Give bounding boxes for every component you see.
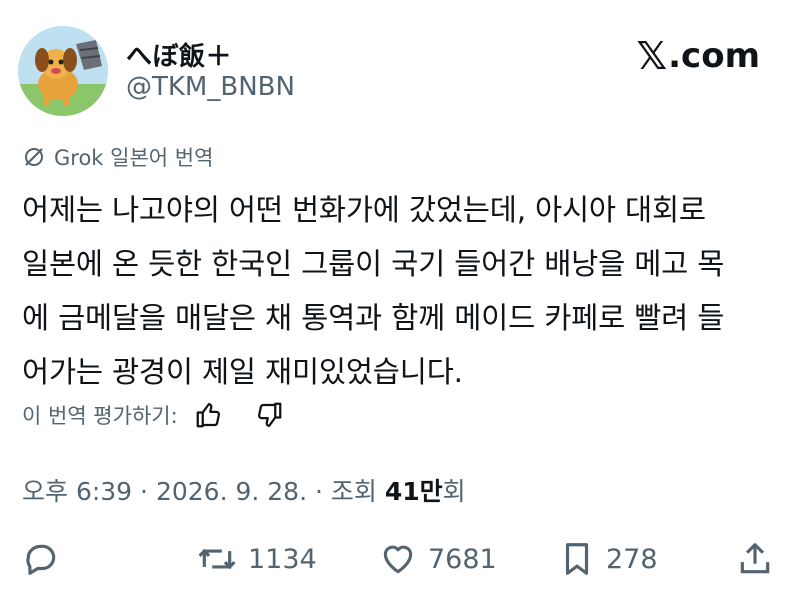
avatar[interactable] [18,26,108,116]
meta-separator: · [140,477,148,506]
bookmark-icon [565,543,589,575]
post-line: 어제는 나고야의 어떤 번화가에 갔었는데, 아시아 대회로 [22,193,706,227]
post-line: 어가는 광경이 제일 재미있었습니다. [22,355,463,389]
rate-label: 이 번역 평가하기: [22,404,178,428]
post-meta: 오후 6:39 · 2026. 9. 28. · 조회 41만회 [22,472,466,508]
post-text: 어제는 나고야의 어떤 번화가에 갔었는데, 아시아 대회로 일본에 온 듯한 … [22,183,782,399]
views-count: 41만 [384,477,443,506]
action-bar: 1134 7681 278 [0,536,800,584]
meta-separator: · [314,477,323,506]
post-date[interactable]: 2026. 9. 28. [156,477,307,506]
thumbs-up-icon[interactable] [194,400,224,430]
reply-button[interactable] [22,540,60,578]
user-handle[interactable]: @TKM_BNBN [126,72,295,102]
thumbs-down-icon[interactable] [254,400,284,430]
x-logo-icon: 𝕏 [636,34,668,78]
repost-button[interactable]: 1134 [196,540,317,578]
like-button[interactable]: 7681 [378,540,497,578]
share-icon [740,543,770,574]
translation-bar[interactable]: Grok 일본어 번역 [22,142,213,172]
dog-avatar-icon [18,26,108,116]
grok-icon [25,148,43,166]
translation-label: Grok 일본어 번역 [54,146,214,170]
bookmark-button[interactable]: 278 [558,540,658,578]
share-button[interactable] [736,540,774,578]
views-suffix: 회 [442,477,466,506]
repost-icon [198,548,236,570]
views-label: 조회 [330,477,377,506]
display-name[interactable]: へぼ飯＋ [126,36,232,73]
brand-logo: 𝕏 .com [637,34,760,78]
like-count: 7681 [428,543,497,575]
bookmark-count: 278 [606,543,658,575]
reply-icon [26,544,56,575]
post-line: 에 금메달을 매달은 채 통역과 함께 메이드 카페로 빨려 들 [22,301,725,335]
post-time[interactable]: 오후 6:39 [22,477,132,506]
rate-translation: 이 번역 평가하기: [22,400,284,430]
post-line: 일본에 온 듯한 한국인 그룹이 국기 들어간 배낭을 메고 목 [22,247,725,281]
brand-label: .com [668,36,760,76]
repost-count: 1134 [248,543,317,575]
heart-icon [383,545,413,574]
